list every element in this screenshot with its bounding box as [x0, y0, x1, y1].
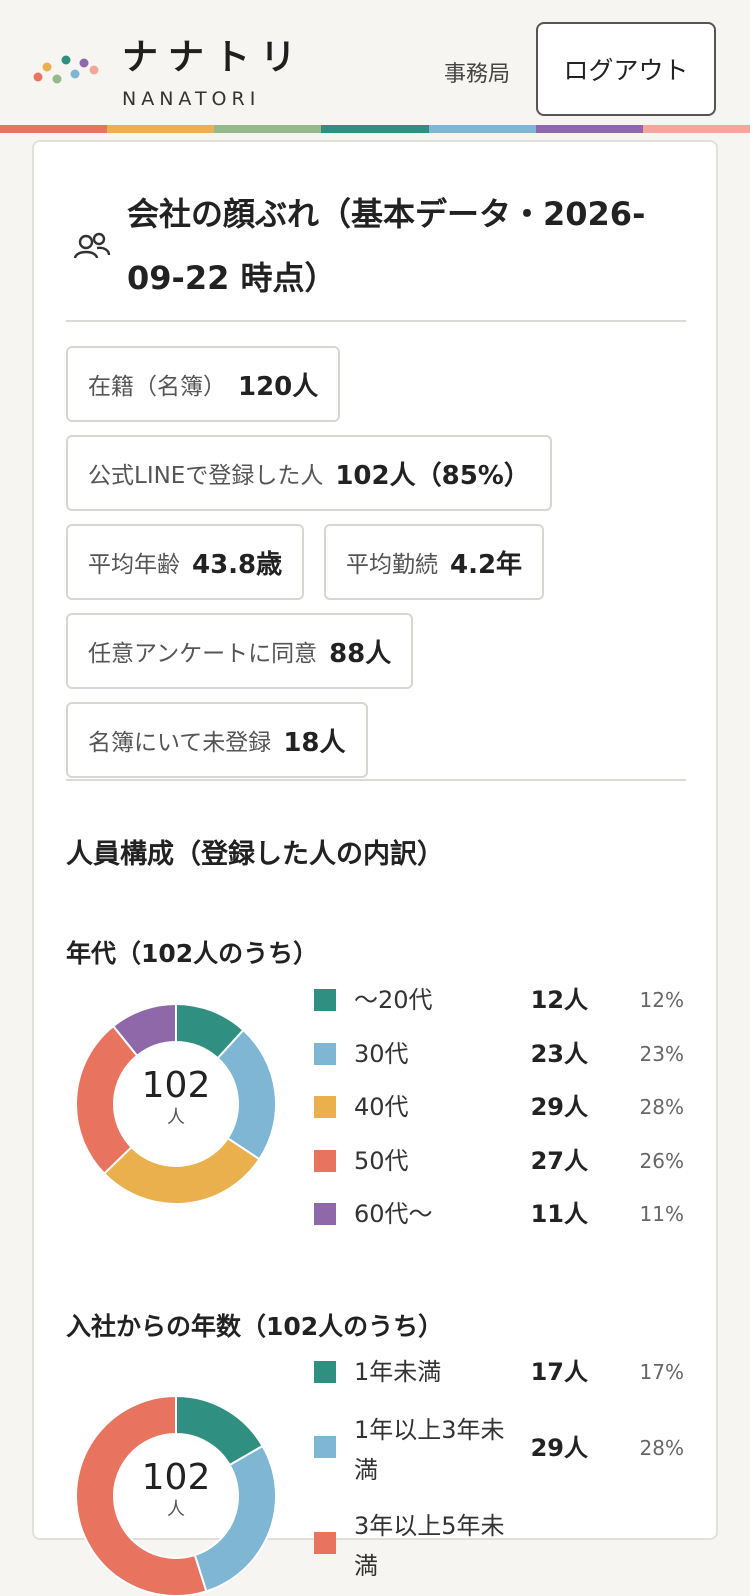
legend-swatch: [314, 1149, 336, 1172]
legend-percent: 26%: [639, 1148, 684, 1173]
logo-dot: [42, 62, 52, 72]
stat-value: 102人（85%）: [335, 460, 530, 491]
legend-count: 17人: [530, 1358, 588, 1386]
legend-count: 11人: [530, 1200, 588, 1228]
stripe-segment: [428, 125, 536, 133]
stripe-segment: [642, 125, 750, 133]
card-title: 会社の顔ぶれ（基本データ・2026-09-22 時点）: [127, 195, 646, 297]
stat-value: 88人: [329, 638, 392, 669]
legend-count: 12人: [530, 986, 588, 1014]
donut-total: 102: [141, 1457, 211, 1498]
legend-label: 30代: [354, 1039, 409, 1068]
legend-percent: 17%: [639, 1360, 684, 1384]
stat-value: 4.2年: [450, 549, 523, 580]
stat-label: 任意アンケートに同意: [88, 641, 318, 667]
legend-swatch: [314, 1203, 336, 1225]
composition-title: 人員構成（登録した人の内訳）: [66, 839, 444, 870]
stat-chip-roster: 在籍（名簿） 120人: [66, 346, 341, 422]
stat-chip-average-age: 平均年齢 43.8歳: [66, 524, 305, 600]
logo-dot: [70, 69, 80, 79]
stripe-segment: [107, 125, 215, 133]
legend-label: 〜20代: [354, 986, 433, 1014]
legend-percent: 28%: [639, 1095, 684, 1119]
logo-dot: [33, 72, 43, 82]
stripe-segment: [535, 125, 643, 133]
legend-swatch: [314, 1096, 336, 1118]
legend-label: 60代〜: [354, 1200, 433, 1228]
people-icon: [73, 232, 111, 259]
stat-label: 在籍（名簿）: [88, 374, 226, 400]
tenure-donut-center: 102 人: [76, 1458, 276, 1522]
logo-dot: [89, 65, 99, 75]
divider: [66, 779, 686, 781]
legend-swatch: [314, 1532, 336, 1554]
legend-count: 29人: [530, 1093, 588, 1121]
legend-percent: 28%: [639, 1436, 684, 1460]
stripe-segment: [214, 125, 322, 133]
legend-label: 40代: [354, 1093, 409, 1121]
stripe-segment: [321, 125, 429, 133]
stat-label: 平均勤続: [346, 552, 438, 578]
stat-chip-unregistered: 名簿にいて未登録 18人: [66, 702, 368, 778]
logo-dots-icon: [33, 55, 99, 84]
legend-swatch: [314, 1436, 336, 1458]
tenure-chart-title: 入社からの年数（102人のうち）: [66, 1312, 444, 1341]
stat-chip-survey-consent: 任意アンケートに同意 88人: [66, 613, 414, 689]
donut-unit: 人: [167, 1499, 185, 1520]
stat-value: 120人: [238, 371, 319, 402]
logo-dot: [52, 74, 62, 84]
logout-button[interactable]: ログアウト: [536, 22, 716, 116]
user-role: 事務局: [444, 62, 511, 87]
legend-count: 23人: [530, 1039, 588, 1068]
stripe-segment: [0, 125, 108, 133]
age-donut-center: 102 人: [76, 1066, 276, 1130]
stat-value: 43.8歳: [192, 549, 283, 580]
legend-percent: 23%: [639, 1041, 684, 1066]
logo-title: ナナトリ: [122, 37, 307, 78]
logo-dot: [61, 55, 71, 65]
logo-dot: [79, 58, 89, 68]
legend-label: 50代: [354, 1146, 409, 1175]
stat-chip-average-tenure: 平均勤続 4.2年: [324, 524, 545, 600]
stat-value: 18人: [283, 727, 346, 758]
donut-unit: 人: [167, 1107, 185, 1128]
legend-label: 1年以上3年未満: [354, 1416, 505, 1484]
legend-label: 1年未満: [354, 1358, 442, 1386]
legend-swatch: [314, 989, 336, 1011]
color-stripe: [0, 125, 750, 133]
legend-swatch: [314, 1361, 336, 1383]
age-chart-title: 年代（102人のうち）: [66, 939, 319, 968]
divider: [66, 320, 686, 322]
stat-label: 公式LINEで登録した人: [88, 463, 324, 489]
donut-total: 102: [141, 1065, 211, 1106]
stat-label: 平均年齢: [88, 552, 180, 578]
legend-percent: 11%: [639, 1202, 684, 1226]
company-overview-card: 会社の顔ぶれ（基本データ・2026-09-22 時点） 在籍（名簿） 120人 公…: [32, 140, 718, 1596]
stat-label: 名簿にいて未登録: [88, 730, 272, 756]
legend-percent: 12%: [639, 988, 684, 1012]
logo-subtitle: NANATORI: [122, 88, 261, 110]
legend-count: 27人: [530, 1146, 588, 1175]
app-header: ナナトリ NANATORI 事務局 ログアウト: [0, 0, 750, 125]
legend-label: 3年以上5年未満: [354, 1512, 505, 1580]
legend-swatch: [314, 1042, 336, 1065]
legend-count: 29人: [530, 1434, 588, 1462]
stat-chip-line-registered: 公式LINEで登録した人 102人（85%）: [66, 435, 552, 511]
